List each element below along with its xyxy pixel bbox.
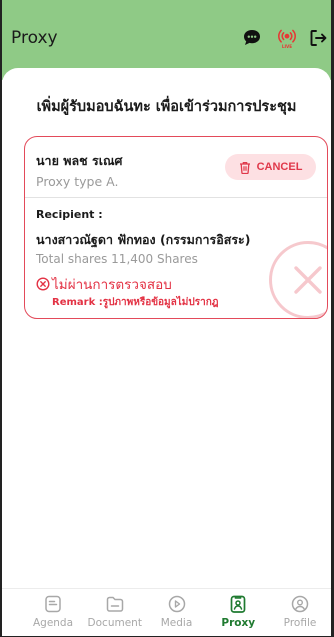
total-shares: Total shares 11,400 Shares [36, 252, 198, 266]
nav-label-profile: Profile [283, 617, 317, 629]
page-title: เพิ่มผู้รับมอบฉันทะ เพื่อเข้าร่วมการประช… [36, 99, 297, 115]
error-circle-icon [36, 277, 50, 291]
status-text: ไม่ผ่านการตรวจสอบ [52, 277, 172, 293]
logout-icon[interactable] [307, 27, 329, 49]
proxy-card-header: นาย พลช รเณศ Proxy type A. CANCEL [25, 137, 327, 198]
nav-item-document[interactable]: Document [86, 589, 144, 636]
agenda-icon [42, 593, 64, 615]
play-icon [166, 593, 188, 615]
nav-label-agenda: Agenda [32, 617, 74, 629]
chat-icon[interactable] [241, 27, 263, 49]
cancel-label: CANCEL [256, 161, 303, 173]
nav-label-document: Document [87, 617, 142, 629]
nav-item-proxy[interactable]: Proxy [209, 589, 267, 636]
recipient-name: นางสาวณัฐดา ฟักทอง (กรรมการอิสระ) [36, 232, 251, 247]
app-screen: Proxy LIVE เพิ่มผู้รับมอบฉันทะ เพื่อเข้า… [0, 0, 334, 637]
cancel-button[interactable]: CANCEL [225, 154, 316, 180]
nav-item-agenda[interactable]: Agenda [24, 589, 82, 636]
remark-text: Remark :รูปภาพหรือข้อมูลไม่ปรากฎ [52, 297, 219, 308]
header-title: Proxy [11, 28, 58, 48]
bottom-nav: Agenda Document Media Proxy Profile [2, 588, 331, 636]
proxy-card: นาย พลช รเณศ Proxy type A. CANCEL Recipi… [24, 136, 328, 319]
folder-icon [104, 593, 126, 615]
live-broadcast-icon[interactable]: LIVE [276, 27, 298, 49]
profile-icon [289, 593, 311, 615]
nav-item-profile[interactable]: Profile [271, 589, 329, 636]
proxy-name: นาย พลช รเณศ [36, 153, 123, 168]
recipient-label: Recipient : [36, 208, 103, 221]
proxy-type: Proxy type A. [36, 174, 119, 189]
live-badge-text: LIVE [282, 44, 292, 49]
nav-label-media: Media [160, 617, 193, 629]
proxy-icon [227, 593, 249, 615]
nav-item-media[interactable]: Media [148, 589, 206, 636]
trash-icon [239, 161, 250, 174]
rejected-x-icon [269, 241, 327, 318]
nav-label-proxy: Proxy [221, 617, 256, 629]
verification-status: ไม่ผ่านการตรวจสอบ [36, 273, 172, 295]
